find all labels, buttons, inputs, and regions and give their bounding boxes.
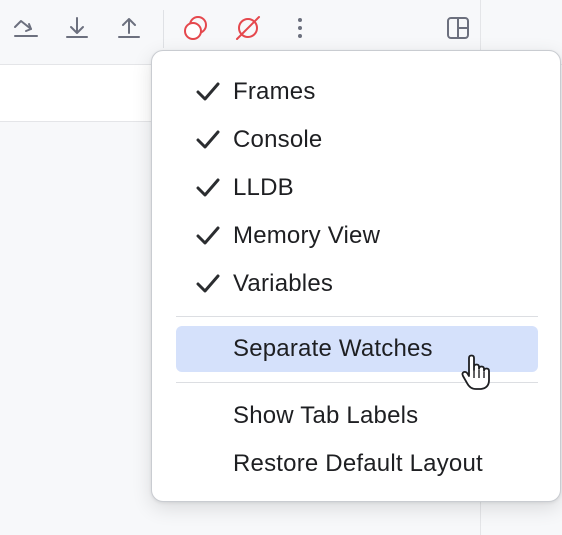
menu-item-label: Console xyxy=(233,126,323,153)
run-to-cursor-icon xyxy=(14,20,38,37)
menu-item-restore-default-layout[interactable]: Restore Default Layout xyxy=(176,441,538,487)
menu-item-console[interactable]: Console xyxy=(176,117,538,163)
checkmark-icon xyxy=(196,178,220,197)
toolbar-separator xyxy=(163,10,164,48)
checkmark-icon xyxy=(196,274,220,293)
mute-breakpoints-button[interactable] xyxy=(230,10,266,46)
menu-separator xyxy=(176,316,538,317)
menu-item-label: Separate Watches xyxy=(233,335,433,362)
menu-item-label: LLDB xyxy=(233,174,294,201)
checkmark-icon xyxy=(196,130,220,149)
step-out-button[interactable] xyxy=(111,10,147,46)
view-breakpoints-icon xyxy=(184,16,207,40)
checkmark-icon xyxy=(196,82,220,101)
menu-item-label: Frames xyxy=(233,78,316,105)
checkmark-icon xyxy=(196,226,220,245)
layout-settings-icon xyxy=(447,17,469,39)
menu-item-frames[interactable]: Frames xyxy=(176,69,538,115)
menu-item-label: Show Tab Labels xyxy=(233,402,419,429)
more-options-button[interactable] xyxy=(282,10,318,46)
layout-popup-menu: Frames Console LLDB Memory View Variable… xyxy=(151,50,561,502)
menu-item-label: Variables xyxy=(233,270,334,297)
more-vertical-icon xyxy=(298,18,302,38)
menu-item-memory-view[interactable]: Memory View xyxy=(176,213,538,259)
view-breakpoints-button[interactable] xyxy=(178,10,214,46)
run-to-cursor-button[interactable] xyxy=(8,10,44,46)
mute-breakpoints-icon xyxy=(236,16,260,40)
menu-item-show-tab-labels[interactable]: Show Tab Labels xyxy=(176,393,538,439)
menu-item-lldb[interactable]: LLDB xyxy=(176,165,538,211)
step-into-icon xyxy=(66,17,88,38)
step-into-button[interactable] xyxy=(59,10,95,46)
layout-settings-button[interactable] xyxy=(440,10,476,46)
menu-item-label: Memory View xyxy=(233,222,381,249)
step-out-icon xyxy=(118,18,140,38)
menu-item-label: Restore Default Layout xyxy=(233,450,483,477)
menu-item-variables[interactable]: Variables xyxy=(176,261,538,307)
hand-pointer-cursor-icon xyxy=(461,354,490,390)
